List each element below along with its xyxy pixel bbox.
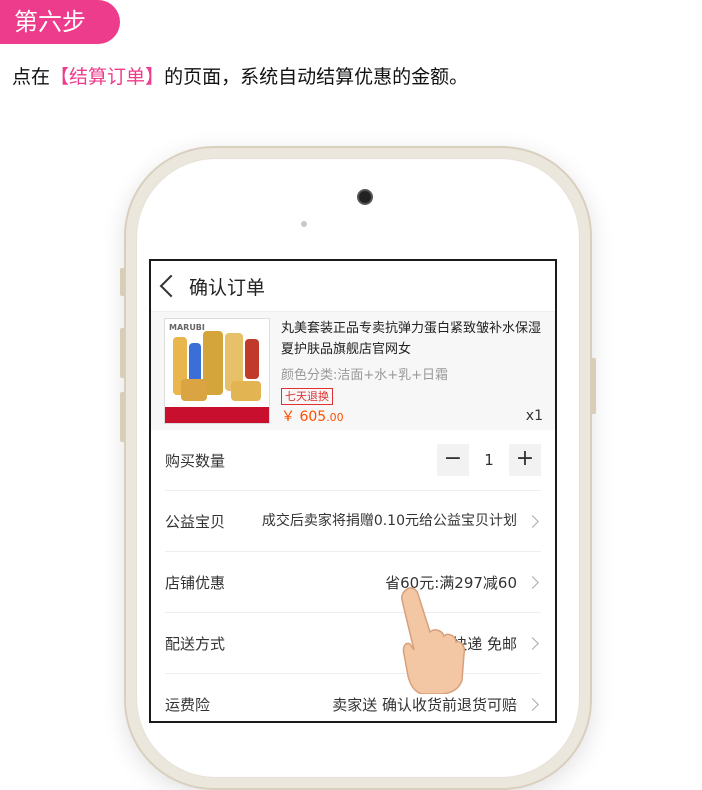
shipping-insurance-value: 卖家送 确认收货前退货可赔 — [332, 695, 517, 714]
plus-button[interactable]: + — [509, 444, 541, 476]
instruction-highlight: 结算订单 — [69, 66, 146, 88]
nav-bar: 确认订单 — [151, 261, 555, 312]
camera-icon — [357, 189, 373, 205]
quantity-value[interactable]: 1 — [469, 451, 509, 469]
charity-label: 公益宝贝 — [165, 512, 226, 531]
product-price: ￥ 605.00 — [281, 406, 344, 426]
product-jar-image — [181, 379, 207, 401]
shipping-insurance-row[interactable]: 运费险 卖家送 确认收货前退货可赔 — [165, 674, 541, 721]
quantity-label: 购买数量 — [165, 451, 226, 470]
instruction-text: 点在【结算订单】的页面，系统自动结算优惠的金额。 — [12, 62, 468, 89]
store-discount-row[interactable]: 店铺优惠 省60元:满297减60 — [165, 552, 541, 613]
chevron-right-icon — [526, 636, 539, 650]
chevron-right-icon — [526, 575, 539, 589]
back-arrow-icon[interactable] — [159, 274, 183, 298]
minus-button[interactable]: − — [437, 444, 469, 476]
instruction-prefix: 点在 — [12, 66, 51, 88]
chevron-right-icon — [526, 697, 539, 711]
instruction-suffix: 的页面，系统自动结算优惠的金额。 — [164, 66, 469, 88]
volume-up-button — [120, 328, 125, 378]
thumbnail-brand: MARUBI — [169, 323, 205, 332]
shipping-row[interactable]: 配送方式 快递 免邮 — [165, 613, 541, 674]
shipping-label: 配送方式 — [165, 634, 226, 653]
instruction-bracket-close: 】 — [145, 66, 165, 88]
shipping-insurance-label: 运费险 — [165, 695, 211, 714]
price-main: 605 — [299, 409, 327, 425]
product-quantity: x1 — [525, 408, 543, 424]
step-badge: 第六步 — [0, 0, 120, 44]
product-jar-image — [231, 381, 261, 401]
mute-switch — [120, 268, 125, 296]
price-decimal: .00 — [326, 411, 344, 424]
volume-down-button — [120, 392, 125, 442]
product-title: 丸美套装正品专卖抗弹力蛋白紧致皱补水保湿夏护肤品旗舰店官网女 — [281, 321, 542, 357]
chevron-right-icon — [526, 514, 539, 528]
product-bottle-image — [245, 339, 259, 379]
store-discount-label: 店铺优惠 — [165, 573, 226, 592]
product-thumbnail[interactable]: MARUBI — [164, 318, 270, 424]
instruction-bracket-open: 【 — [50, 66, 70, 88]
phone-screen: 确认订单 MARUBI 丸美套装正品专卖抗弹力蛋白紧致皱补水保湿夏护肤品旗舰店官… — [149, 259, 557, 723]
price-symbol: ￥ — [281, 409, 295, 425]
charity-row[interactable]: 公益宝贝 成交后卖家将捐赠0.10元给公益宝贝计划 — [165, 491, 541, 552]
product-spec: 颜色分类:洁面+水+乳+日霜 — [281, 368, 449, 383]
page-title: 确认订单 — [189, 276, 266, 299]
sensor-dot — [301, 221, 307, 227]
product-card[interactable]: MARUBI 丸美套装正品专卖抗弹力蛋白紧致皱补水保湿夏护肤品旗舰店官网女 颜色… — [151, 312, 555, 430]
step-label: 第六步 — [14, 8, 86, 36]
charity-value: 成交后卖家将捐赠0.10元给公益宝贝计划 — [261, 513, 517, 529]
power-button — [591, 358, 596, 414]
quantity-row: 购买数量 − 1 + — [165, 430, 541, 491]
return-policy-badge: 七天退换 — [281, 388, 333, 405]
quantity-stepper[interactable]: − 1 + — [437, 444, 541, 476]
pointing-finger-icon — [401, 587, 466, 694]
thumbnail-banner — [165, 407, 269, 423]
